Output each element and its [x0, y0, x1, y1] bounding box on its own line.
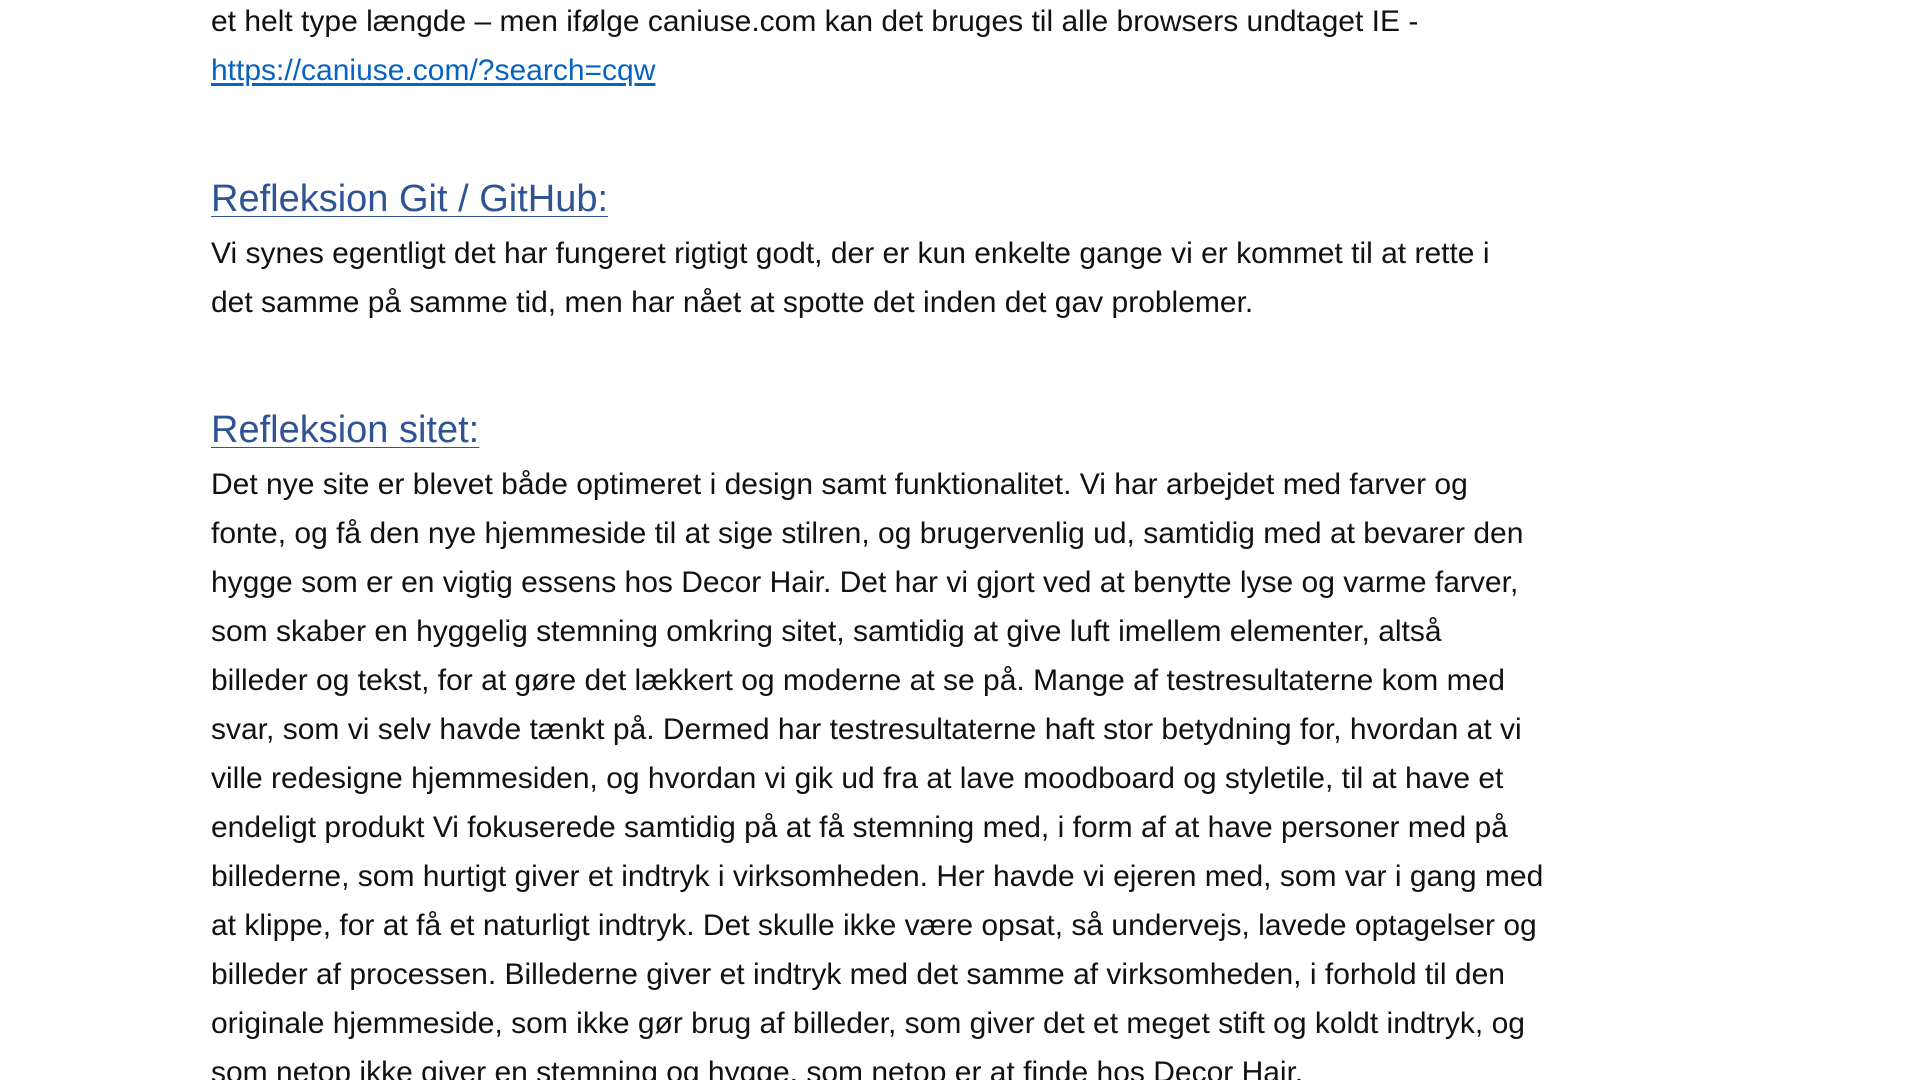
paragraph-git-github: Vi synes egentligt det har fungeret rigt…	[211, 229, 1490, 327]
paragraph-line: fonte, og få den nye hjemmeside til at s…	[211, 517, 1524, 550]
paragraph-line: at klippe, for at få et naturligt indtry…	[211, 909, 1537, 942]
paragraph-line: billederne, som hurtigt giver et indtryk…	[211, 860, 1544, 893]
intro-paragraph: et helt type længde – men ifølge caniuse…	[211, 0, 1418, 95]
document-page: et helt type længde – men ifølge caniuse…	[0, 0, 1920, 1080]
paragraph-line: hygge som er en vigtig essens hos Decor …	[211, 566, 1519, 599]
paragraph-line: det samme på samme tid, men har nået at …	[211, 286, 1254, 319]
paragraph-line: billeder og tekst, for at gøre det lække…	[211, 664, 1505, 697]
paragraph-line: Det nye site er blevet både optimeret i …	[211, 468, 1468, 501]
paragraph-line: svar, som vi selv havde tænkt på. Dermed…	[211, 713, 1522, 746]
paragraph-line: originale hjemmeside, som ikke gør brug …	[211, 1007, 1525, 1040]
paragraph-line: som skaber en hyggelig stemning omkring …	[211, 615, 1442, 648]
paragraph-line: ville redesigne hjemmesiden, og hvordan …	[211, 762, 1504, 795]
paragraph-line: billeder af processen. Billederne giver …	[211, 958, 1505, 991]
paragraph-line: som netop ikke giver en stemning og hygg…	[211, 1056, 1304, 1080]
heading-git-github: Refleksion Git / GitHub:	[211, 178, 609, 220]
paragraph-sitet: Det nye site er blevet både optimeret i …	[211, 460, 1543, 1080]
heading-sitet: Refleksion sitet:	[211, 409, 480, 451]
intro-line: et helt type længde – men ifølge caniuse…	[211, 5, 1419, 38]
caniuse-link[interactable]: https://caniuse.com/?search=cqw	[211, 54, 655, 87]
paragraph-line: Vi synes egentligt det har fungeret rigt…	[211, 237, 1490, 270]
paragraph-line: endeligt produkt Vi fokuserede samtidig …	[211, 811, 1508, 844]
